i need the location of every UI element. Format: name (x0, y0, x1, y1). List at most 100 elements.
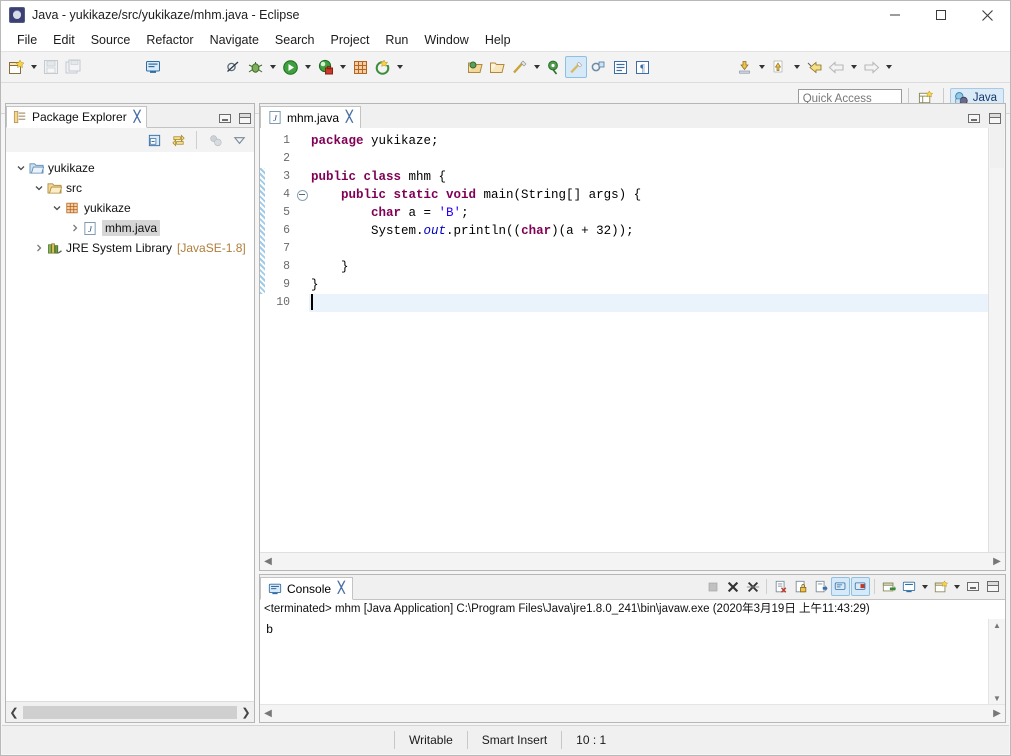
remove-all-terminated-icon[interactable] (743, 577, 762, 596)
package-explorer-hscrollbar[interactable]: ❮ ❯ (6, 701, 254, 722)
link-icon[interactable] (587, 56, 609, 78)
menu-window[interactable]: Window (416, 31, 476, 49)
skip-breakpoints-icon[interactable] (222, 56, 244, 78)
chevron-right-icon[interactable] (68, 221, 82, 235)
editor-vscrollbar[interactable] (988, 128, 1005, 553)
scroll-right-icon[interactable]: ❯ (238, 703, 254, 721)
view-menu-icon[interactable] (228, 129, 250, 151)
menu-navigate[interactable]: Navigate (202, 31, 267, 49)
tab-console[interactable]: Console ╳ (260, 577, 353, 600)
menu-refactor[interactable]: Refactor (138, 31, 201, 49)
back-arrow-dropdown[interactable] (847, 56, 860, 78)
folding-ruler[interactable] (295, 128, 309, 553)
open-task-icon[interactable] (486, 56, 508, 78)
minimize-icon[interactable] (963, 577, 982, 596)
open-console-icon[interactable] (899, 577, 918, 596)
chevron-right-icon[interactable] (32, 241, 46, 255)
tab-package-explorer[interactable]: Package Explorer ╳ (6, 106, 147, 128)
scroll-down-icon[interactable]: ▼ (993, 694, 1001, 703)
last-edit-location-icon[interactable] (543, 56, 565, 78)
scroll-left-icon[interactable]: ❮ (6, 703, 22, 721)
previous-annotation-dropdown[interactable] (755, 56, 768, 78)
minimize-button[interactable] (872, 1, 918, 29)
tree-row-jre-system-library[interactable]: JRE System Library [JavaSE-1.8] (6, 238, 254, 258)
menu-edit[interactable]: Edit (45, 31, 83, 49)
scroll-thumb[interactable] (23, 706, 237, 719)
search-icon[interactable] (508, 56, 530, 78)
maximize-button[interactable] (918, 1, 964, 29)
menu-project[interactable]: Project (323, 31, 378, 49)
close-icon[interactable]: ╳ (346, 112, 353, 123)
console-tab-label: Console (287, 582, 331, 596)
menu-search[interactable]: Search (267, 31, 323, 49)
back-history-icon[interactable] (803, 56, 825, 78)
new-java-package-icon[interactable] (349, 56, 371, 78)
pilcrow-icon[interactable]: ¶ (631, 56, 653, 78)
scroll-up-icon[interactable]: ▲ (993, 621, 1001, 630)
new-console-view-icon[interactable] (879, 577, 898, 596)
forward-arrow-dropdown[interactable] (882, 56, 895, 78)
print-screen-icon[interactable] (142, 56, 164, 78)
new-console-icon[interactable] (931, 577, 950, 596)
scroll-right-icon[interactable]: ▶ (989, 556, 1005, 567)
link-with-editor-icon[interactable] (167, 129, 189, 151)
next-annotation-dropdown[interactable] (790, 56, 803, 78)
scroll-right-icon[interactable]: ▶ (989, 708, 1005, 719)
menu-run[interactable]: Run (377, 31, 416, 49)
new-console-dropdown[interactable] (951, 577, 962, 596)
run-dropdown[interactable] (301, 56, 314, 78)
close-icon[interactable]: ╳ (338, 583, 345, 594)
menu-file[interactable]: File (9, 31, 45, 49)
console-output[interactable]: b (260, 619, 988, 705)
minimize-icon[interactable] (219, 114, 231, 123)
console-hscrollbar[interactable]: ◀ ▶ (260, 704, 1005, 722)
scroll-lock-icon[interactable] (791, 577, 810, 596)
tree-row-package-yukikaze[interactable]: yukikaze (6, 198, 254, 218)
display-selected-console-icon[interactable] (851, 577, 870, 596)
external-tools-icon[interactable] (314, 56, 336, 78)
scroll-left-icon[interactable]: ◀ (260, 556, 276, 567)
run-icon[interactable] (279, 56, 301, 78)
external-tools-dropdown[interactable] (336, 56, 349, 78)
open-type-icon[interactable] (464, 56, 486, 78)
new-java-class-dropdown[interactable] (393, 56, 406, 78)
code-area[interactable]: package yukikaze; public class mhm { pub… (309, 128, 1005, 553)
show-console-on-output-icon[interactable] (811, 577, 830, 596)
chevron-down-icon[interactable] (50, 201, 64, 215)
maximize-icon[interactable] (989, 113, 1001, 124)
close-icon[interactable]: ╳ (134, 112, 141, 123)
clear-console-icon[interactable] (771, 577, 790, 596)
collapse-all-icon[interactable] (143, 129, 165, 151)
tree-row-project-yukikaze[interactable]: yukikaze (6, 158, 254, 178)
toggle-mark-occurrences-icon[interactable] (565, 56, 587, 78)
tree-row-mhm-java[interactable]: J mhm.java (6, 218, 254, 238)
previous-annotation-icon[interactable] (733, 56, 755, 78)
tree-row-src[interactable]: src (6, 178, 254, 198)
close-button[interactable] (964, 1, 1010, 29)
minimize-icon[interactable] (968, 114, 980, 123)
fold-collapse-icon[interactable] (295, 186, 309, 204)
chevron-down-icon[interactable] (32, 181, 46, 195)
pin-console-icon[interactable] (831, 577, 850, 596)
editor-hscrollbar[interactable]: ◀ ▶ (260, 552, 1005, 570)
remove-launch-icon[interactable] (723, 577, 742, 596)
open-console-dropdown[interactable] (919, 577, 930, 596)
show-whitespace-icon[interactable] (609, 56, 631, 78)
new-java-class-icon[interactable] (371, 56, 393, 78)
debug-icon[interactable] (244, 56, 266, 78)
new-wizard-icon[interactable] (5, 56, 27, 78)
tab-mhm-java[interactable]: J mhm.java ╳ (260, 106, 361, 129)
new-wizard-dropdown[interactable] (27, 56, 40, 78)
console-vscrollbar[interactable]: ▲ ▼ (988, 619, 1005, 705)
next-annotation-icon[interactable] (768, 56, 790, 78)
maximize-icon[interactable] (983, 577, 1002, 596)
menu-source[interactable]: Source (83, 31, 139, 49)
editor-body[interactable]: 1 2 3 4 5 6 7 8 9 10 (260, 128, 1005, 553)
scroll-thumb[interactable] (990, 128, 1004, 168)
debug-dropdown[interactable] (266, 56, 279, 78)
search-dropdown[interactable] (530, 56, 543, 78)
menu-help[interactable]: Help (477, 31, 519, 49)
scroll-left-icon[interactable]: ◀ (260, 708, 276, 719)
maximize-icon[interactable] (239, 113, 251, 124)
chevron-down-icon[interactable] (14, 161, 28, 175)
